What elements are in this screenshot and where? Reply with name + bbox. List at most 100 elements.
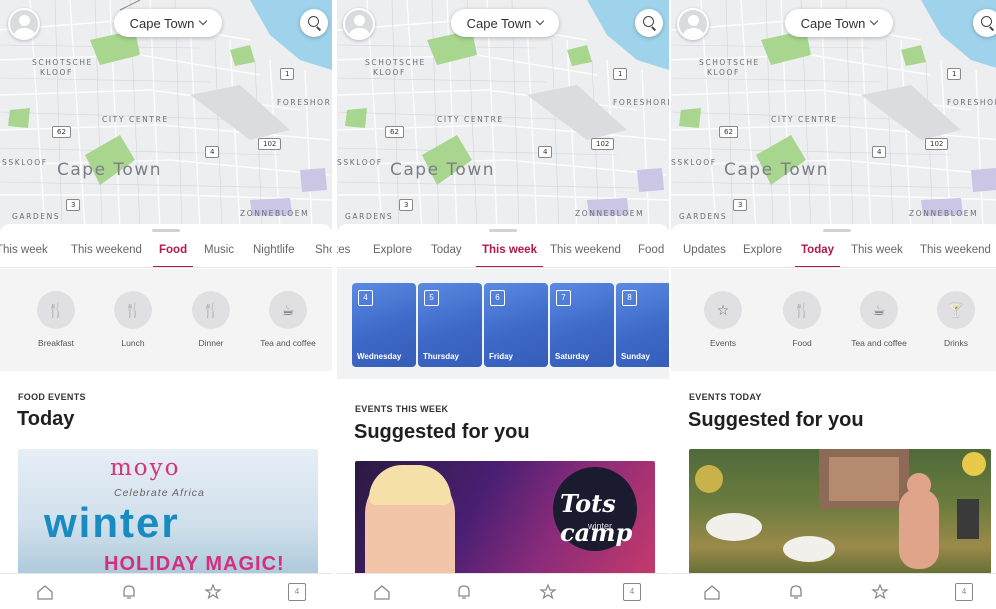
bell-icon[interactable] [120, 583, 138, 601]
category-dinner[interactable]: 🍴 Dinner [171, 291, 251, 348]
home-icon[interactable] [373, 583, 391, 601]
event-card-image[interactable]: Tots camp winter [355, 461, 655, 579]
city-selector[interactable]: Cape Town [785, 9, 893, 37]
day-card-sunday[interactable]: 8 Sunday [616, 283, 669, 367]
calendar-icon[interactable]: 4 [623, 583, 641, 601]
category-tea-and-coffee[interactable]: ☕ Tea and coffee [839, 291, 919, 348]
cutlery-icon: 🍴 [37, 291, 75, 329]
tab-bar: This week This weekend Food Music Nightl… [0, 238, 332, 268]
bottom-sheet: Updates Explore Today This week This wee… [671, 224, 996, 609]
sheet-handle[interactable] [489, 229, 517, 232]
avatar[interactable] [677, 8, 709, 40]
tab-updates[interactable]: Updates [683, 244, 726, 267]
category-label: Events [710, 338, 736, 348]
route-shield: 1 [613, 68, 628, 80]
category-breakfast[interactable]: 🍴 Breakfast [16, 291, 96, 348]
map-label-city-centre: CITY CENTRE [437, 115, 504, 124]
category-drinks[interactable]: 🍸 Drinks [916, 291, 996, 348]
section-title: Suggested for you [354, 421, 530, 443]
map-label-sskloof: SSKLOOF [2, 158, 48, 167]
category-label: Tea and coffee [851, 338, 907, 348]
tab-bar: tes Explore Today This week This weekend… [337, 238, 669, 268]
bell-icon[interactable] [787, 583, 805, 601]
city-name: Cape Town [129, 15, 195, 31]
category-events[interactable]: ☆ Events [683, 291, 763, 348]
tab-this-week[interactable]: This week [851, 244, 903, 267]
map-label-foreshore: FORESHORE [277, 98, 332, 107]
day-name: Friday [489, 352, 514, 361]
category-food[interactable]: 🍴 Food [762, 291, 842, 348]
route-shield: 4 [205, 146, 220, 158]
search-icon[interactable] [300, 9, 328, 37]
calendar-icon[interactable]: 4 [288, 583, 306, 601]
map-label-sskloof: SSKLOOF [337, 158, 383, 167]
bottom-sheet: tes Explore Today This week This weekend… [337, 224, 669, 609]
city-name: Cape Town [466, 15, 532, 31]
star-icon[interactable] [539, 583, 557, 601]
tab-updates[interactable]: tes [337, 244, 350, 267]
bottom-nav: 4 [337, 573, 669, 609]
search-icon[interactable] [635, 9, 663, 37]
cup-icon: ☕ [860, 291, 898, 329]
calendar-icon[interactable]: 4 [955, 583, 973, 601]
map-label-cape-town: Cape Town [57, 160, 163, 180]
tab-shop[interactable]: Shop [315, 244, 332, 267]
section-eyebrow: FOOD EVENTS [18, 392, 86, 402]
star-box-icon: ☆ [704, 291, 742, 329]
bell-icon[interactable] [455, 583, 473, 601]
route-shield: 4 [538, 146, 553, 158]
search-icon[interactable] [973, 9, 996, 37]
map-label-city-centre: CITY CENTRE [102, 115, 169, 124]
avatar[interactable] [343, 8, 375, 40]
city-selector[interactable]: Cape Town [114, 9, 222, 37]
route-shield: 4 [872, 146, 887, 158]
map-label-sskloof: SSKLOOF [671, 158, 717, 167]
city-selector[interactable]: Cape Town [451, 9, 559, 37]
tab-this-weekend[interactable]: This weekend [550, 244, 621, 267]
tab-nightlife[interactable]: Nightlife [253, 244, 295, 267]
day-card-saturday[interactable]: 7 Saturday [550, 283, 614, 367]
cutlery-icon: 🍴 [114, 291, 152, 329]
tab-explore[interactable]: Explore [373, 244, 412, 267]
star-icon[interactable] [204, 583, 222, 601]
route-shield: 62 [719, 126, 738, 138]
star-icon[interactable] [871, 583, 889, 601]
map-label-zonnebloem: ZONNEBLOEM [240, 209, 310, 218]
tab-this-week[interactable]: This week [0, 244, 48, 267]
event-logo: moyo [110, 455, 181, 481]
category-tea-and-coffee[interactable]: ☕ Tea and coffee [248, 291, 328, 348]
tab-food[interactable]: Food [152, 244, 194, 267]
route-shield: 3 [66, 199, 81, 211]
day-card-thursday[interactable]: 5 Thursday [418, 283, 482, 367]
tab-today[interactable]: Today [794, 244, 841, 267]
map-label-city-centre: CITY CENTRE [771, 115, 838, 124]
event-card-image[interactable]: moyo Celebrate Africa winter HOLIDAY MAG… [18, 449, 318, 579]
day-card-friday[interactable]: 6 Friday [484, 283, 548, 367]
map-label-kloof: KLOOF [373, 68, 406, 77]
tab-this-week[interactable]: This week [476, 244, 543, 267]
map-label-foreshore: FORESHORE [613, 98, 669, 107]
sheet-handle[interactable] [152, 229, 180, 232]
event-headline: winter [44, 499, 180, 546]
tab-today[interactable]: Today [431, 244, 462, 267]
map-label-gardens: GARDENS [345, 212, 394, 221]
tab-this-weekend[interactable]: This weekend [920, 244, 991, 267]
tab-explore[interactable]: Explore [743, 244, 782, 267]
home-icon[interactable] [703, 583, 721, 601]
category-label: Tea and coffee [260, 338, 316, 348]
cocktail-icon: 🍸 [937, 291, 975, 329]
avatar[interactable] [8, 8, 40, 40]
day-picker: 4 Wednesday 5 Thursday 6 Friday 7 Saturd… [337, 269, 669, 379]
category-lunch[interactable]: 🍴 Lunch [93, 291, 173, 348]
sheet-handle[interactable] [823, 229, 851, 232]
bottom-sheet: This week This weekend Food Music Nightl… [0, 224, 332, 609]
cutlery-icon: 🍴 [192, 291, 230, 329]
event-card-image[interactable] [689, 449, 991, 579]
map-label-cape-town: Cape Town [724, 160, 830, 180]
home-icon[interactable] [36, 583, 54, 601]
tab-music[interactable]: Music [204, 244, 234, 267]
tab-this-weekend[interactable]: This weekend [71, 244, 142, 267]
section-eyebrow: EVENTS TODAY [689, 392, 762, 402]
tab-food[interactable]: Food [638, 244, 664, 267]
day-card-wednesday[interactable]: 4 Wednesday [352, 283, 416, 367]
